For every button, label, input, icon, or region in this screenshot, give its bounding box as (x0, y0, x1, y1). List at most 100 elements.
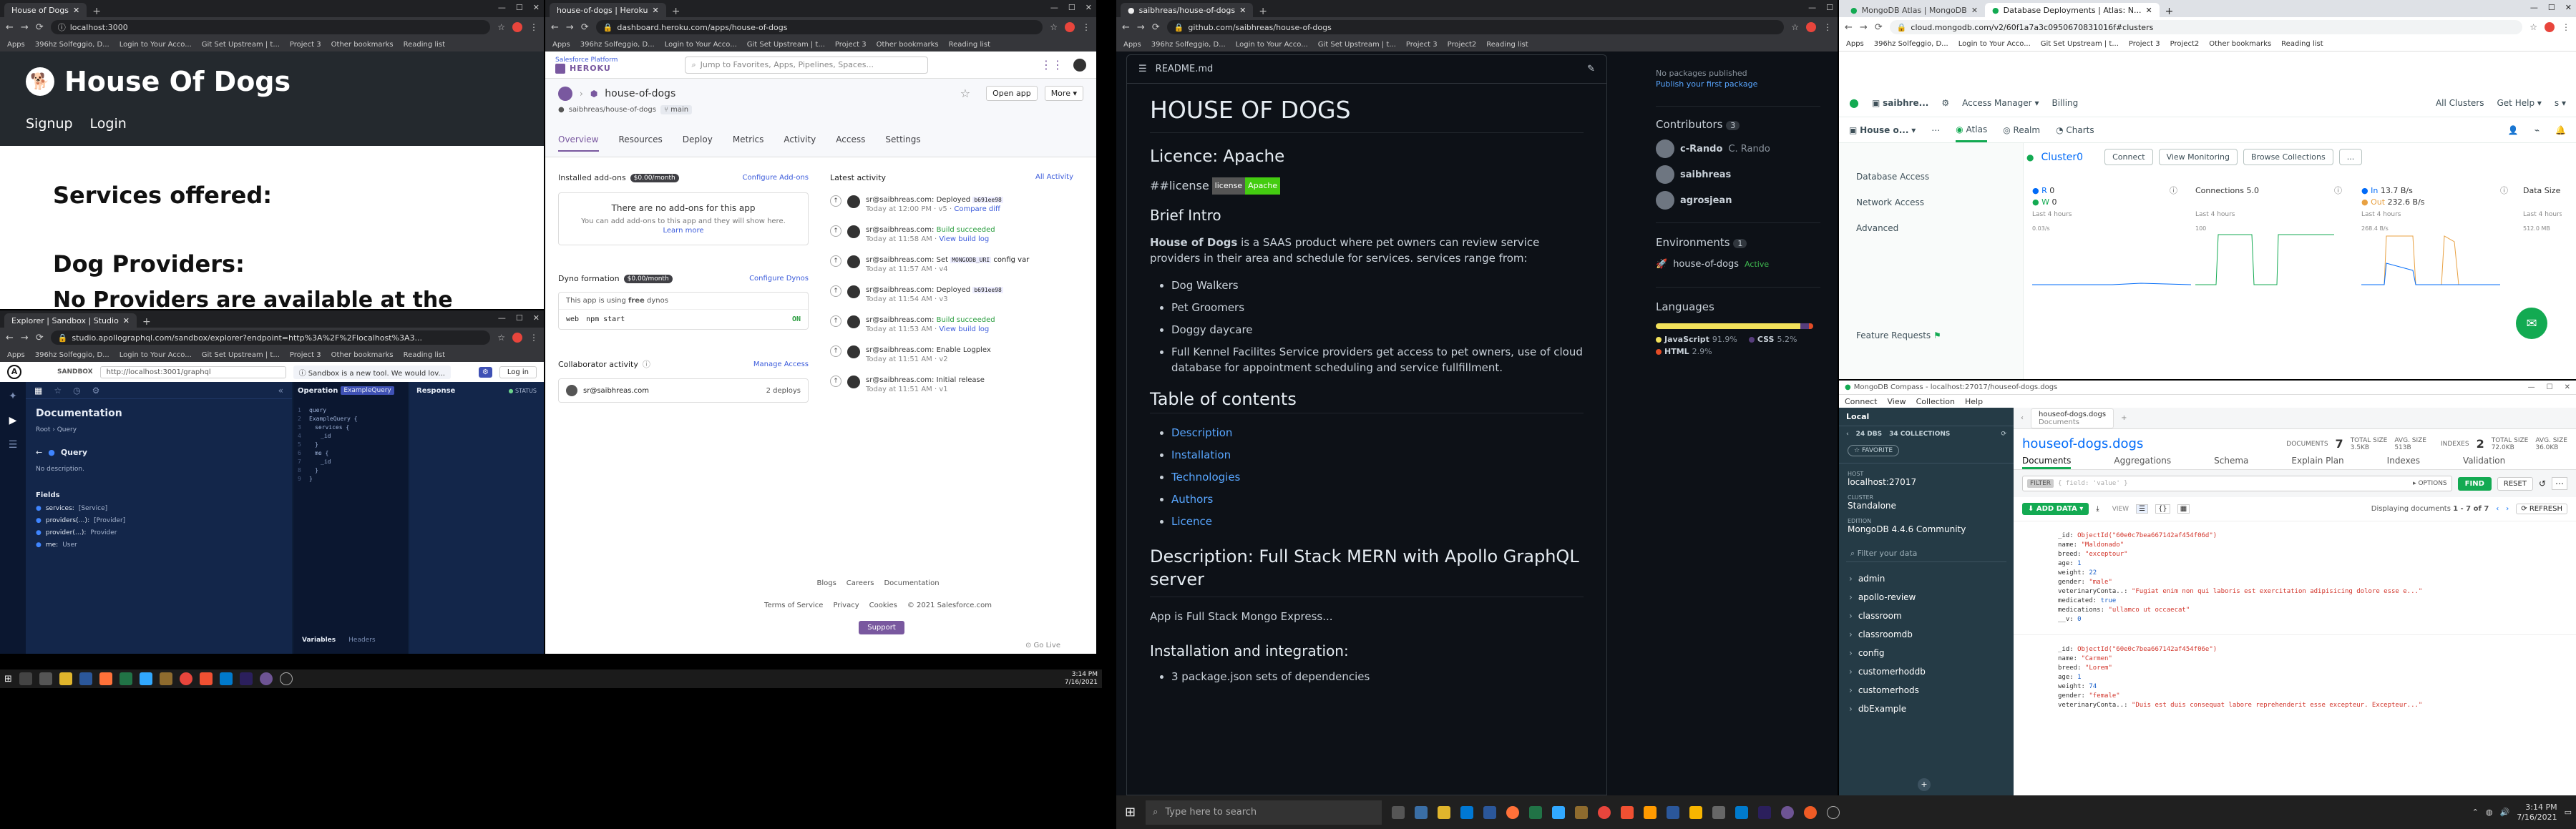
file-explorer-icon[interactable] (1438, 805, 1451, 819)
tab-house-of-dogs[interactable]: House of Dogs ✕ (4, 3, 87, 17)
chat-button[interactable]: ✉ (2516, 308, 2547, 339)
sidebar-item[interactable]: Advanced (1856, 223, 2023, 233)
bookmark-item[interactable]: Git Set Upstream | t... (202, 351, 280, 359)
tab-heroku[interactable]: house-of-dogs | Heroku ✕ (550, 3, 666, 17)
firefox-icon[interactable] (1506, 805, 1520, 819)
maximize-icon[interactable]: ☐ (516, 313, 523, 323)
bookmark-item[interactable]: Project 3 (835, 41, 867, 49)
activity-link[interactable]: View build log (939, 235, 989, 243)
environment-name[interactable]: house-of-dogs (1673, 259, 1739, 270)
close-icon[interactable]: ✕ (1239, 6, 1246, 15)
tab-metrics[interactable]: Metrics (733, 134, 764, 152)
ops-info-icon[interactable]: ⓘ (2170, 186, 2177, 195)
user-avatar[interactable] (1073, 58, 1086, 72)
project-switcher[interactable]: ▣ House o... ▾ (1849, 125, 1916, 135)
bookmark-item[interactable]: Apps (7, 41, 25, 49)
sketch-icon[interactable] (1689, 805, 1703, 819)
back-icon[interactable]: ← (1122, 22, 1130, 33)
query-editor[interactable]: 1 query 2 ExampleQuery {3 services {4 _id 5} 6 m… (293, 399, 408, 491)
bookmark-item[interactable]: Login to Your Acco... (119, 41, 192, 49)
activity-link[interactable]: Compare diff (954, 205, 1000, 213)
cluster-action-button[interactable]: View Monitoring (2158, 149, 2238, 165)
forward-icon[interactable]: → (1860, 22, 1868, 33)
menu-icon[interactable]: ⋮ (1823, 22, 1832, 32)
excel-icon[interactable] (1529, 805, 1543, 819)
toc-link[interactable]: Licence (1171, 515, 1212, 528)
menu-icon[interactable]: ⋮ (2562, 22, 2570, 32)
signup-link[interactable]: Signup (26, 116, 73, 132)
footer-link[interactable]: Documentation (884, 579, 939, 587)
bookmark-item[interactable]: Project2 (1448, 41, 1477, 49)
cluster-action-button[interactable]: Browse Collections (2243, 149, 2333, 165)
bookmark-item[interactable]: Git Set Upstream | t... (202, 41, 280, 49)
sidebar-item[interactable]: Network Access (1856, 197, 2023, 207)
new-tab-icon[interactable]: + (672, 6, 680, 17)
list-icon[interactable]: ☰ (1138, 64, 1147, 74)
breadcrumb-query[interactable]: Query (57, 426, 77, 433)
bookmark-item[interactable]: 396hz Solfeggio, D... (580, 41, 655, 49)
tab-access[interactable]: Access (836, 134, 865, 152)
database-item[interactable]: › customerhods (1849, 681, 2004, 700)
nav-charts[interactable]: ◔ Charts (2056, 125, 2094, 135)
field-item[interactable]: ● services: [Service] (36, 505, 282, 512)
star-icon[interactable]: ☆ (2529, 22, 2537, 32)
billing-link[interactable]: Billing (2051, 98, 2078, 108)
bookmark-item[interactable]: 396hz Solfeggio, D... (1874, 40, 1948, 48)
calculator-icon[interactable] (1415, 805, 1428, 819)
add-data-button[interactable]: ⬇ ADD DATA ▾ (2022, 503, 2089, 515)
back-icon[interactable]: ← (6, 333, 14, 343)
activity-link[interactable]: View build log (939, 325, 989, 333)
bookmark-item[interactable]: Git Set Upstream | t... (747, 41, 825, 49)
configure-addons-link[interactable]: Configure Add-ons (743, 174, 809, 182)
bookmark-item[interactable]: Project2 (2170, 40, 2200, 48)
reload-icon[interactable]: ⟳ (36, 333, 44, 343)
cluster-action-button[interactable]: ... (2338, 149, 2363, 165)
add-database-button[interactable]: + (1918, 778, 1931, 791)
login-button[interactable]: Log in (499, 366, 537, 378)
invite-icon[interactable]: 👤 (2508, 125, 2519, 135)
avatar[interactable] (2545, 22, 2555, 32)
footer-link[interactable]: Blogs (816, 579, 836, 587)
field-add-icon[interactable]: ● (36, 517, 42, 524)
schema-icon[interactable]: ✦ (9, 391, 17, 402)
language-item[interactable]: CSS 5.2% (1748, 335, 1797, 344)
toc-link[interactable]: Authors (1171, 493, 1213, 506)
bookmark-item[interactable]: 396hz Solfeggio, D... (35, 351, 109, 359)
bookmark-item[interactable]: Other bookmarks (331, 41, 394, 49)
tab-indexes[interactable]: Indexes (2387, 456, 2420, 469)
tab-aggregations[interactable]: Aggregations (2114, 456, 2171, 469)
bridge-icon[interactable] (1575, 805, 1589, 819)
close-icon[interactable]: ✕ (653, 6, 659, 15)
export-icon[interactable]: ⤓ (2096, 505, 2099, 513)
star-icon[interactable]: ☆ (1791, 22, 1799, 32)
database-item[interactable]: › customerhoddb (1849, 662, 2004, 681)
footer-link[interactable]: Careers (847, 579, 874, 587)
bookmark-item[interactable]: Other bookmarks (331, 351, 394, 359)
address-bar[interactable]: ⓘ localhost:3000 (50, 20, 491, 34)
volume-icon[interactable]: 🔊 (2499, 808, 2509, 817)
new-tab-icon[interactable]: + (2165, 6, 2174, 17)
database-item[interactable]: › admin (1849, 569, 2004, 588)
more-button[interactable]: More ▾ (1044, 86, 1083, 101)
maximize-icon[interactable]: ☐ (516, 3, 523, 12)
refresh-icon[interactable]: ⟳ (2001, 431, 2006, 438)
tab-apollo[interactable]: Explorer | Sandbox | Studio ✕ (4, 313, 137, 328)
back-arrow-icon[interactable]: ← (36, 448, 42, 457)
close-icon[interactable]: ✕ (123, 316, 130, 325)
favorite-star-icon[interactable]: ☆ (960, 87, 970, 100)
git-icon[interactable] (199, 672, 213, 685)
tab-explain-plan[interactable]: Explain Plan (2291, 456, 2343, 469)
bookmark-item[interactable]: Project 3 (290, 41, 321, 49)
nav-back-icon[interactable]: ‹ (2021, 414, 2024, 422)
tab-activity[interactable]: Activity (784, 134, 816, 152)
photoshop-icon[interactable] (139, 672, 152, 685)
bookmark-item[interactable]: Reading list (404, 41, 445, 49)
bookmark-item[interactable]: Login to Your Acco... (1958, 40, 2031, 48)
options-button[interactable]: ▸ OPTIONS (2413, 480, 2447, 487)
close-window-icon[interactable]: ✕ (533, 3, 540, 12)
field-add-icon[interactable]: ● (36, 541, 42, 549)
field-add-icon[interactable]: ● (36, 529, 42, 536)
field-item[interactable]: ● provider(…): Provider (36, 529, 282, 536)
vscode-icon[interactable] (219, 672, 233, 685)
more-options-icon[interactable]: ⋯ (1931, 125, 1940, 135)
